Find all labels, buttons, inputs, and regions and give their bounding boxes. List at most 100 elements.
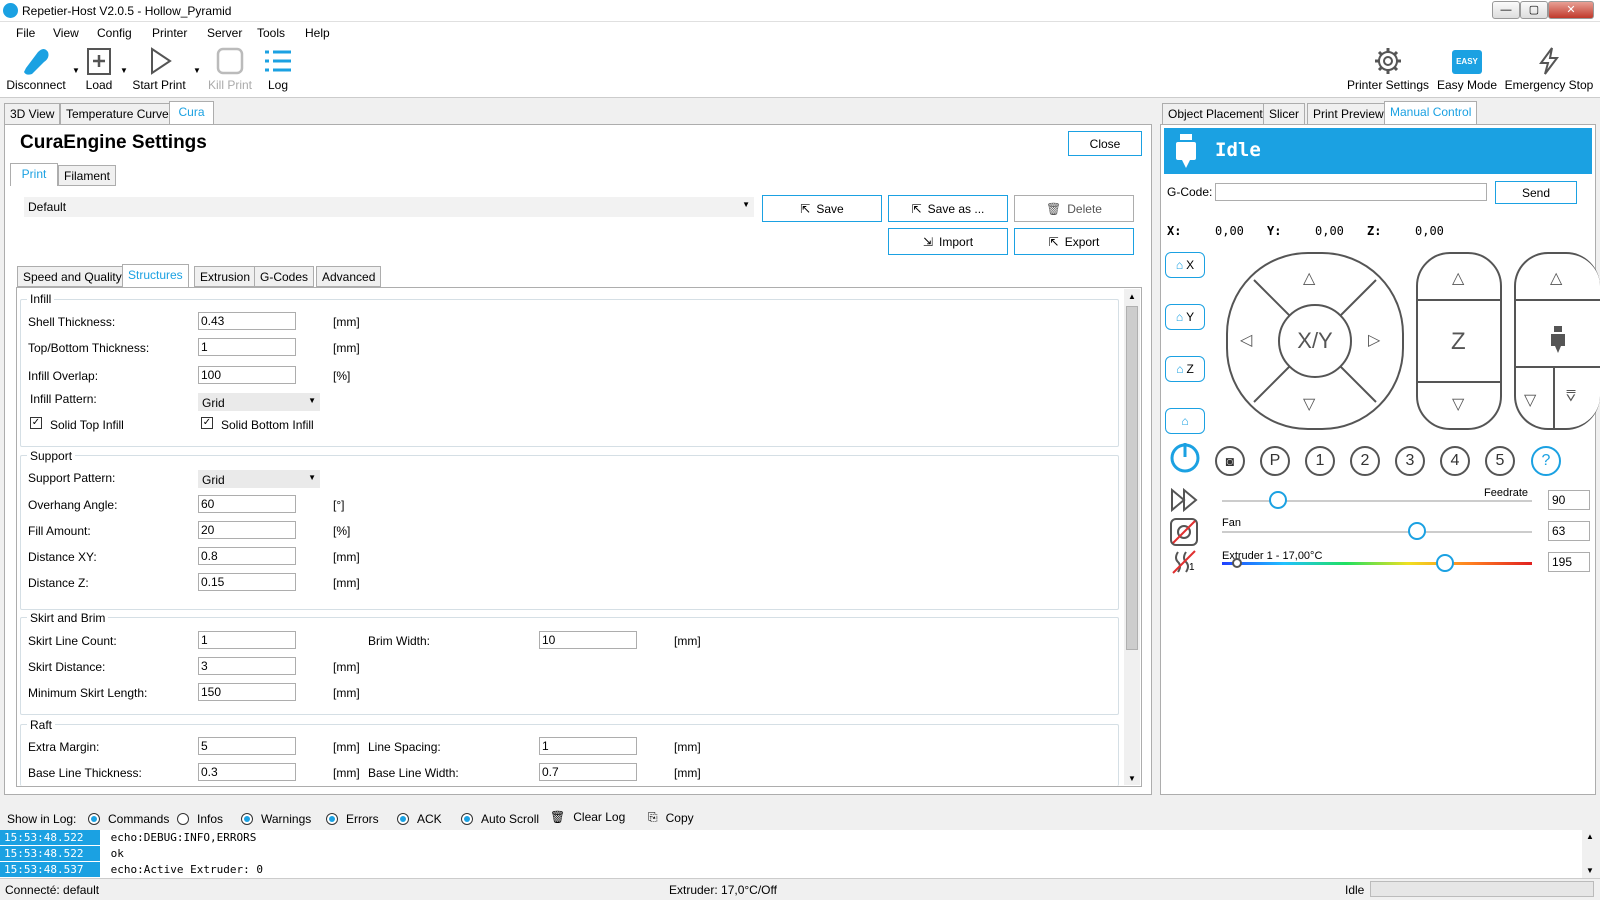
fill-amount-field[interactable]: 20 — [198, 521, 296, 539]
preset-4-button[interactable]: 4 — [1440, 446, 1470, 476]
export-button[interactable]: ⇱ Export — [1014, 228, 1134, 255]
easy-mode-button[interactable]: EASY Easy Mode — [1436, 46, 1498, 92]
home-y-button[interactable]: ⌂ Y — [1165, 304, 1205, 330]
extra-margin-field[interactable]: 5 — [198, 737, 296, 755]
close-button[interactable]: Close — [1068, 131, 1142, 156]
log-option-ack[interactable]: ACK — [397, 812, 442, 826]
start-print-dropdown-icon[interactable]: ▼ — [193, 66, 201, 75]
tab-filament[interactable]: Filament — [58, 165, 117, 186]
park-button[interactable]: P — [1260, 446, 1290, 476]
menu-config[interactable]: Config — [97, 26, 132, 40]
tab-g-codes[interactable]: G-Codes — [254, 266, 315, 287]
extruder-temp-spinner[interactable]: 195 — [1548, 552, 1590, 572]
feedrate-spinner[interactable]: 90 — [1548, 490, 1590, 510]
solid-top-infill-checkbox[interactable]: ✓ — [30, 417, 42, 429]
distance-xy-field[interactable]: 0.8 — [198, 547, 296, 565]
log-option-commands[interactable]: Commands — [88, 812, 169, 826]
menu-tools[interactable]: Tools — [257, 26, 285, 40]
infill-pattern-select[interactable]: Grid ▼ — [198, 393, 320, 411]
minimum-skirt-length-field[interactable]: 150 — [198, 683, 296, 701]
start-print-button[interactable]: Start Print — [131, 46, 187, 92]
preset-1-button[interactable]: 1 — [1305, 446, 1335, 476]
home-all-button[interactable]: ⌂ — [1165, 408, 1205, 434]
delete-button[interactable]: 🗑 Delete — [1014, 195, 1134, 222]
menu-server[interactable]: Server — [207, 26, 242, 40]
skirt-distance-field[interactable]: 3 — [198, 657, 296, 675]
menu-help[interactable]: Help — [305, 26, 330, 40]
retract-icon[interactable]: △ — [1550, 268, 1562, 288]
tab-cura[interactable]: Cura — [169, 101, 214, 124]
home-z-button[interactable]: ⌂ Z — [1165, 356, 1205, 382]
move-y-minus-icon[interactable]: ▽ — [1303, 394, 1315, 414]
stepper-off-button[interactable]: ◙ — [1215, 446, 1245, 476]
feedrate-slider-thumb[interactable] — [1268, 491, 1287, 509]
move-x-minus-icon[interactable]: ◁ — [1240, 330, 1252, 350]
printer-settings-button[interactable]: Printer Settings — [1346, 46, 1430, 92]
move-y-plus-icon[interactable]: △ — [1303, 268, 1315, 288]
tab-object-placement[interactable]: Object Placement — [1162, 103, 1269, 124]
shell-thickness-field[interactable]: 0.43 — [198, 312, 296, 330]
menu-printer[interactable]: Printer — [152, 26, 187, 40]
log-scroll-up-icon[interactable]: ▲ — [1586, 832, 1594, 841]
send-button[interactable]: Send — [1495, 181, 1577, 204]
scroll-thumb[interactable] — [1126, 306, 1138, 650]
tab-structures[interactable]: Structures — [122, 264, 189, 287]
support-pattern-select[interactable]: Grid ▼ — [198, 470, 320, 488]
load-button[interactable]: Load — [82, 46, 116, 92]
tab-speed-and-quality[interactable]: Speed and Quality — [17, 266, 128, 287]
solid-bottom-infill-checkbox[interactable]: ✓ — [201, 417, 213, 429]
top-bottom-thickness-field[interactable]: 1 — [198, 338, 296, 356]
tab-advanced[interactable]: Advanced — [316, 266, 382, 287]
menu-file[interactable]: File — [16, 26, 35, 40]
minimize-button[interactable]: — — [1492, 1, 1520, 19]
extrude-icon[interactable]: ▽ — [1524, 390, 1536, 410]
scroll-up-icon[interactable]: ▲ — [1128, 292, 1136, 301]
tab-print[interactable]: Print — [10, 163, 58, 186]
scroll-down-icon[interactable]: ▼ — [1128, 774, 1136, 783]
gcode-input[interactable] — [1215, 183, 1487, 201]
xy-center-button[interactable]: X/Y — [1278, 304, 1352, 378]
emergency-stop-button[interactable]: Emergency Stop — [1504, 46, 1594, 92]
preset-5-button[interactable]: 5 — [1485, 446, 1515, 476]
preset-3-button[interactable]: 3 — [1395, 446, 1425, 476]
preset-2-button[interactable]: 2 — [1350, 446, 1380, 476]
load-dropdown-icon[interactable]: ▼ — [120, 66, 128, 75]
tab-3d-view[interactable]: 3D View — [4, 103, 61, 124]
move-x-plus-icon[interactable]: ▷ — [1368, 330, 1380, 350]
kill-print-button[interactable]: Kill Print — [205, 46, 255, 92]
move-z-down-icon[interactable]: ▽ — [1452, 394, 1464, 414]
base-line-width-field[interactable]: 0.7 — [539, 763, 637, 781]
distance-z-field[interactable]: 0.15 — [198, 573, 296, 591]
move-z-up-icon[interactable]: △ — [1452, 268, 1464, 288]
save-button[interactable]: ⇱ Save — [762, 195, 882, 222]
copy-button[interactable]: ⎘ Copy — [648, 810, 694, 825]
tab-print-preview[interactable]: Print Preview — [1307, 103, 1390, 124]
menu-view[interactable]: View — [53, 26, 79, 40]
power-icon[interactable] — [1168, 440, 1202, 474]
home-x-button[interactable]: ⌂ X — [1165, 252, 1205, 278]
save-as-button[interactable]: ⇱ Save as ... — [888, 195, 1008, 222]
overhang-angle-field[interactable]: 60 — [198, 495, 296, 513]
maximize-button[interactable]: ▢ — [1520, 1, 1548, 19]
log-option-infos[interactable]: Infos — [177, 812, 223, 826]
brim-width-field[interactable]: 10 — [539, 631, 637, 649]
close-window-button[interactable]: ✕ — [1548, 1, 1594, 19]
help-button[interactable]: ? — [1531, 446, 1561, 476]
log-scroll-down-icon[interactable]: ▼ — [1586, 866, 1594, 875]
log-option-auto-scroll[interactable]: Auto Scroll — [461, 812, 539, 826]
line-spacing-field[interactable]: 1 — [539, 737, 637, 755]
tab-temperature-curve[interactable]: Temperature Curve — [60, 103, 175, 124]
log-option-errors[interactable]: Errors — [326, 812, 379, 826]
disconnect-button[interactable]: Disconnect — [4, 46, 68, 92]
infill-overlap-field[interactable]: 100 — [198, 366, 296, 384]
skirt-line-count-field[interactable]: 1 — [198, 631, 296, 649]
fan-spinner[interactable]: 63 — [1548, 521, 1590, 541]
log-option-warnings[interactable]: Warnings — [241, 812, 311, 826]
tab-slicer[interactable]: Slicer — [1263, 103, 1306, 124]
tab-extrusion[interactable]: Extrusion — [194, 266, 257, 287]
disconnect-dropdown-icon[interactable]: ▼ — [72, 66, 80, 75]
extrude-more-icon[interactable]: ⩢ — [1566, 388, 1576, 406]
log-button[interactable]: Log — [260, 46, 296, 92]
clear-log-button[interactable]: 🗑 Clear Log — [550, 810, 625, 824]
base-line-thickness-field[interactable]: 0.3 — [198, 763, 296, 781]
